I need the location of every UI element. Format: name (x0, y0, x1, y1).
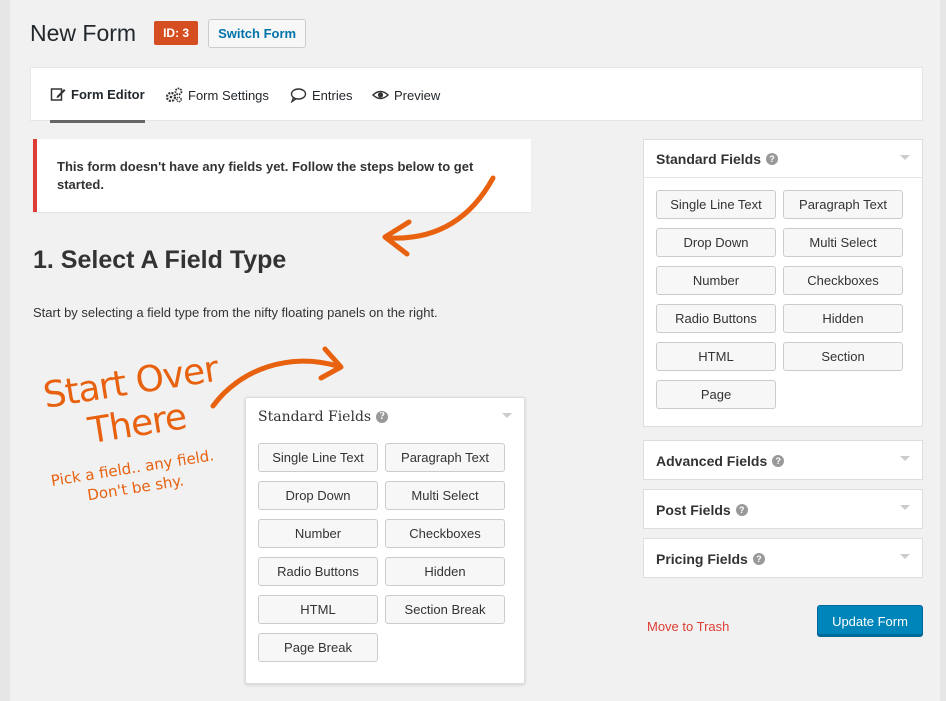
advanced-fields-header[interactable]: Advanced Fields ? (644, 441, 922, 481)
step-title: 1. Select A Field Type (33, 246, 287, 274)
left-gutter (0, 0, 10, 701)
demo-panel-header: Standard Fields ? (246, 398, 524, 436)
field-button-drop-down[interactable]: Drop Down (656, 228, 776, 257)
standard-fields-panel: Standard Fields ? Single Line Text Parag… (643, 139, 923, 427)
help-icon[interactable]: ? (772, 455, 785, 467)
demo-field-button: Paragraph Text (385, 443, 505, 472)
handwritten-start-over: Start Over There (39, 348, 230, 459)
field-button-checkboxes[interactable]: Checkboxes (783, 266, 903, 295)
demo-field-button: Section Break (385, 595, 505, 624)
form-tabs: Form Editor Form Settings Entries Previe… (30, 67, 923, 123)
demo-field-button: Checkboxes (385, 519, 505, 548)
arrow-to-notice-icon (382, 175, 496, 257)
page-header: New Form ID: 3 Switch Form (30, 16, 307, 50)
help-icon[interactable]: ? (766, 152, 779, 165)
switch-form-button[interactable]: Switch Form (208, 18, 307, 48)
demo-field-button: Hidden (385, 557, 505, 586)
field-button-hidden[interactable]: Hidden (783, 304, 903, 333)
field-button-html[interactable]: HTML (656, 342, 776, 371)
chevron-down-icon[interactable] (900, 456, 910, 461)
eye-icon (372, 90, 389, 100)
help-icon[interactable]: ? (735, 504, 748, 516)
demo-field-button: Drop Down (258, 481, 378, 510)
tab-label: Form Editor (71, 86, 145, 102)
chevron-down-icon (502, 413, 512, 418)
post-fields-title: Post Fields (656, 502, 731, 518)
demo-field-button: Radio Buttons (258, 557, 378, 586)
field-button-radio-buttons[interactable]: Radio Buttons (656, 304, 776, 333)
chevron-down-icon[interactable] (900, 505, 910, 510)
field-button-single-line-text[interactable]: Single Line Text (656, 190, 776, 219)
speech-bubble-icon (290, 88, 307, 103)
pricing-fields-title: Pricing Fields (656, 551, 748, 567)
field-button-section[interactable]: Section (783, 342, 903, 371)
field-button-paragraph-text[interactable]: Paragraph Text (783, 190, 903, 219)
right-gutter (940, 0, 946, 701)
update-form-button[interactable]: Update Form (817, 605, 923, 637)
demo-field-button: Single Line Text (258, 443, 378, 472)
tab-label: Preview (394, 87, 441, 103)
page-title: New Form (30, 19, 137, 46)
tab-entries[interactable]: Entries (290, 68, 352, 122)
field-button-number[interactable]: Number (656, 266, 776, 295)
tab-form-settings[interactable]: Form Settings (165, 68, 269, 122)
tab-form-editor[interactable]: Form Editor (50, 68, 145, 123)
help-icon: ? (376, 411, 389, 423)
pricing-fields-panel[interactable]: Pricing Fields ? (643, 538, 923, 578)
chevron-down-icon[interactable] (900, 155, 910, 160)
tab-preview[interactable]: Preview (372, 68, 440, 122)
advanced-fields-title: Advanced Fields (656, 453, 768, 469)
demo-field-button: HTML (258, 595, 378, 624)
tab-label: Form Settings (188, 87, 269, 103)
pricing-fields-header[interactable]: Pricing Fields ? (644, 539, 922, 579)
pencil-icon (50, 88, 66, 101)
demo-standard-fields-panel: Standard Fields ? Single Line Text Parag… (245, 397, 525, 684)
step-description: Start by selecting a field type from the… (33, 305, 438, 320)
tab-label: Entries (312, 87, 353, 103)
post-fields-panel[interactable]: Post Fields ? (643, 489, 923, 529)
field-button-multi-select[interactable]: Multi Select (783, 228, 903, 257)
gears-icon (165, 87, 183, 103)
demo-field-button: Multi Select (385, 481, 505, 510)
help-icon[interactable]: ? (752, 553, 765, 565)
standard-fields-title: Standard Fields (656, 150, 762, 167)
form-id-badge: ID: 3 (154, 21, 199, 45)
demo-field-button: Page Break (258, 633, 378, 662)
standard-fields-header[interactable]: Standard Fields ? (644, 140, 922, 178)
demo-panel-title: Standard Fields (258, 409, 372, 425)
demo-field-button: Number (258, 519, 378, 548)
post-fields-header[interactable]: Post Fields ? (644, 490, 922, 530)
field-button-page[interactable]: Page (656, 380, 776, 409)
move-to-trash-link[interactable]: Move to Trash (647, 619, 729, 634)
advanced-fields-panel[interactable]: Advanced Fields ? (643, 440, 923, 480)
chevron-down-icon[interactable] (900, 554, 910, 559)
